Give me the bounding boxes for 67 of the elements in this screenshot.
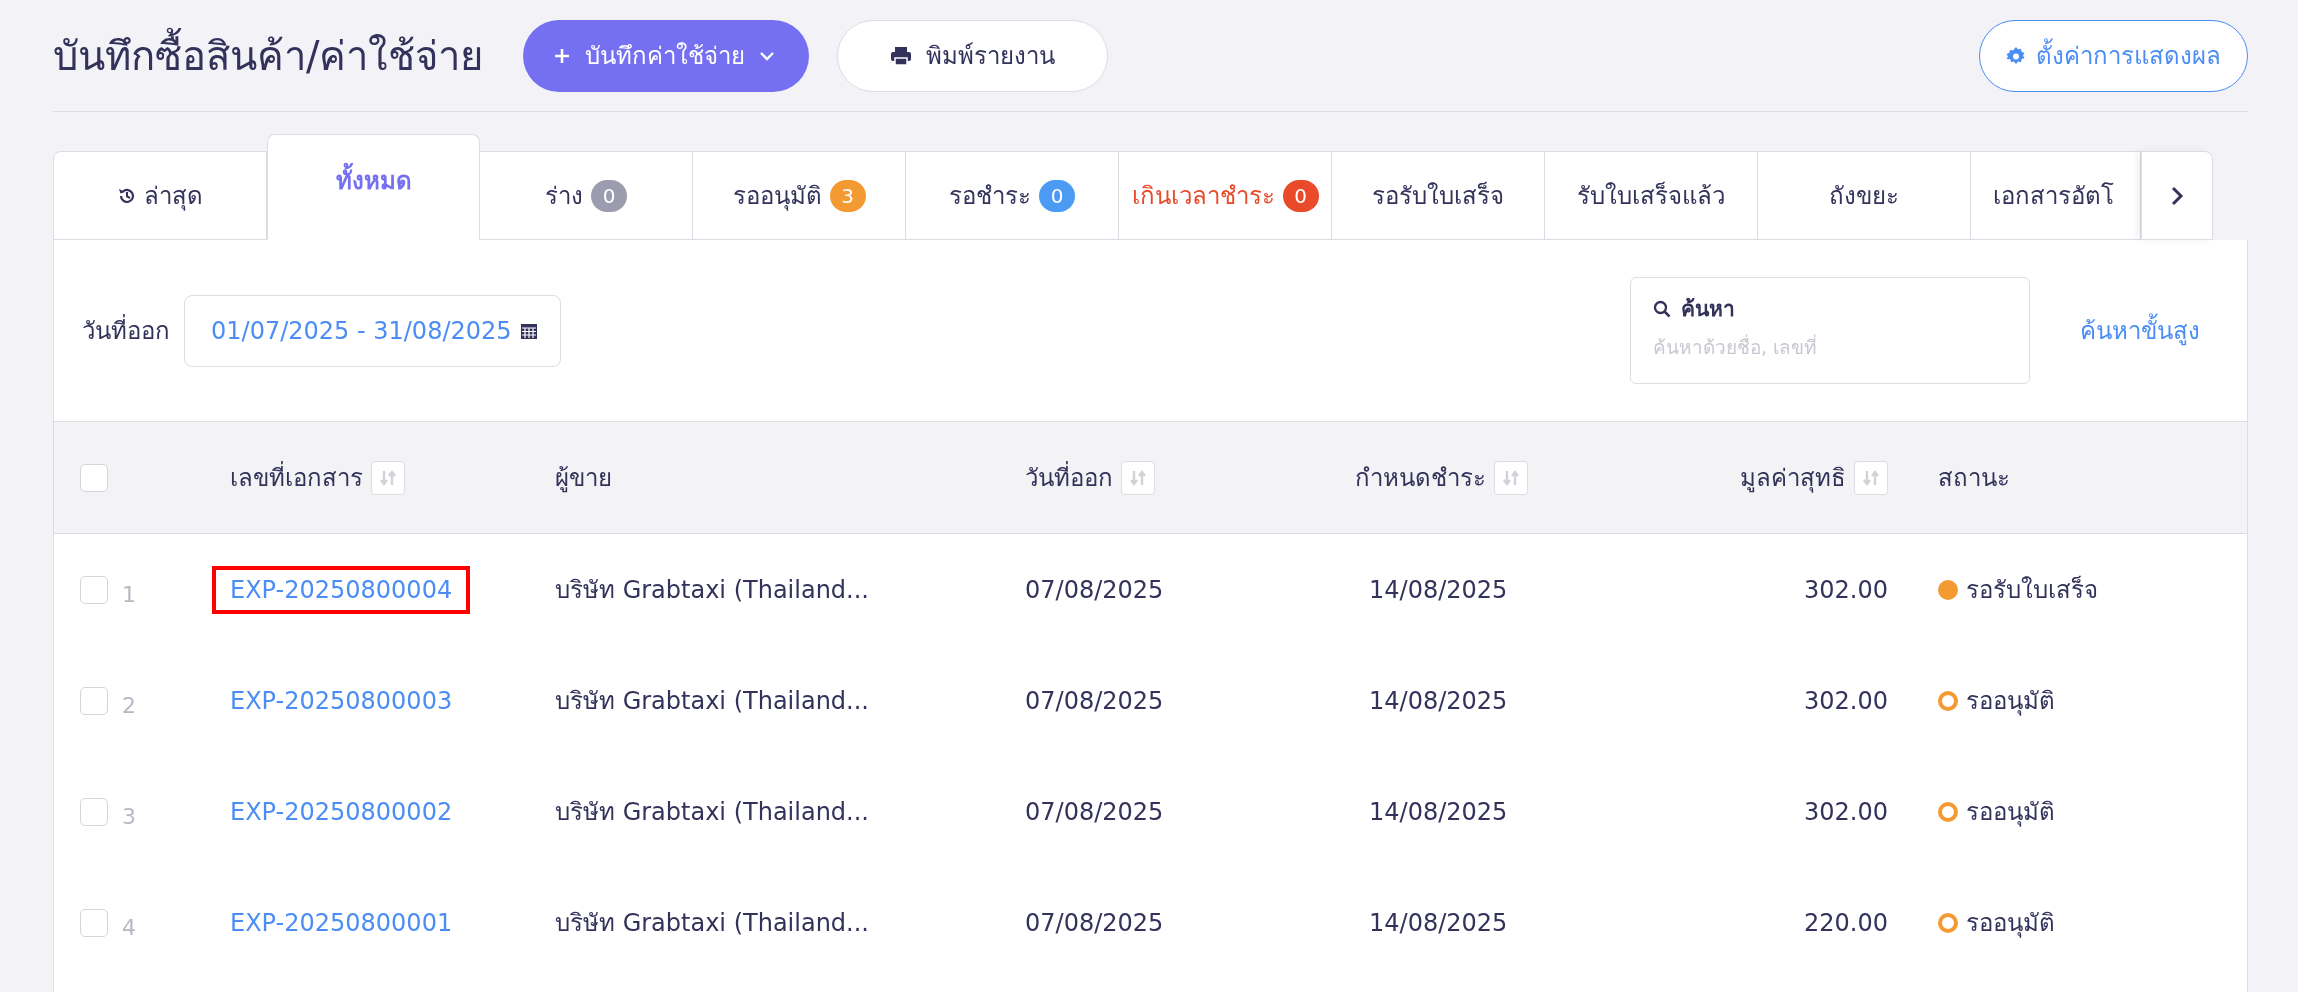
due-date-cell: 14/08/2025 [1369, 686, 1508, 715]
issue-date-cell: 07/08/2025 [1025, 908, 1164, 937]
print-report-button[interactable]: พิมพ์รายงาน [837, 19, 1109, 92]
status-text: รออนุมัติ [1966, 797, 2055, 829]
due-date-cell: 14/08/2025 [1369, 908, 1508, 937]
amount-cell: 220.00 [1804, 908, 1888, 937]
status-tab[interactable]: รับใบเสร็จแล้ว [1545, 151, 1758, 240]
column-header: สถานะ [1938, 463, 2010, 494]
column-header: ผู้ขาย [555, 463, 612, 495]
issue-date-cell: 07/08/2025 [1025, 575, 1164, 604]
status-tab[interactable]: รออนุมัติ 3 [693, 151, 906, 240]
gear-icon [2006, 45, 2026, 66]
sort-icon[interactable] [1854, 460, 1888, 495]
amount-cell: 302.00 [1804, 575, 1888, 604]
vendor-cell-text: บริษัท Grabtaxi (Thailand... [555, 797, 869, 828]
vendor-cell-text: บริษัท Grabtaxi (Thailand... [555, 686, 869, 717]
count-badge: 0 [1039, 179, 1075, 212]
issue-date-cell: 07/08/2025 [1025, 797, 1164, 826]
status-tab[interactable]: ล่าสุด [53, 151, 267, 240]
vendor-cell-text: บริษัท Grabtaxi (Thailand... [555, 908, 869, 939]
count-badge: 3 [829, 179, 866, 212]
column-header: เลขที่เอกสาร [230, 458, 363, 497]
select-all-checkbox[interactable] [80, 463, 108, 492]
status-text: รออนุมัติ [1966, 908, 2055, 940]
count-badge: 0 [591, 179, 627, 212]
column-header: กำหนดชำระ [1355, 463, 1486, 494]
due-date-cell: 14/08/2025 [1369, 797, 1508, 826]
search-label: ค้นหา [1681, 296, 1735, 323]
status-tab[interactable]: ถังขยะ [1758, 151, 1971, 240]
row-number: 2 [122, 693, 136, 718]
row-number: 3 [122, 804, 136, 829]
search-icon [1653, 299, 1671, 318]
due-date-cell: 14/08/2025 [1369, 575, 1508, 604]
add-expense-button[interactable]: บันทึกค่าใช้จ่าย [523, 19, 810, 92]
sort-icon[interactable] [1121, 460, 1155, 495]
row-checkbox[interactable] [80, 686, 108, 715]
status-tab[interactable]: เอกสารอัตโ [1971, 151, 2141, 240]
status-tab[interactable]: ทั้งหมด [267, 134, 480, 240]
amount-cell: 302.00 [1804, 797, 1888, 826]
chevron-right-icon [2170, 184, 2184, 207]
sort-icon[interactable] [371, 460, 405, 495]
row-checkbox[interactable] [80, 908, 108, 937]
column-header: วันที่ออก [1025, 458, 1113, 497]
next-tabs-button[interactable] [2141, 151, 2213, 240]
issue-date-label: วันที่ออก [82, 311, 170, 350]
status-tab[interactable]: ร่าง 0 [480, 151, 693, 240]
chevron-down-icon [759, 50, 776, 61]
row-number: 4 [122, 915, 136, 940]
row-number: 1 [122, 582, 136, 607]
plus-icon [553, 46, 572, 65]
status-tab[interactable]: เกินเวลาชำระ 0 [1119, 151, 1332, 240]
status-tab[interactable]: รอรับใบเสร็จ [1332, 151, 1545, 240]
sort-icon[interactable] [1494, 460, 1528, 495]
page-title: บันทึกซื้อสินค้า/ค่าใช้จ่าย [53, 23, 484, 88]
count-badge: 0 [1282, 179, 1319, 212]
history-icon [117, 186, 136, 205]
status-text: รออนุมัติ [1966, 686, 2055, 718]
printer-icon [890, 45, 913, 66]
row-checkbox[interactable] [80, 575, 108, 604]
issue-date-cell: 07/08/2025 [1025, 686, 1164, 715]
status-text: รอรับใบเสร็จ [1966, 574, 2098, 606]
vendor-cell-text: บริษัท Grabtaxi (Thailand... [555, 575, 869, 606]
amount-cell: 302.00 [1804, 686, 1888, 715]
status-tab[interactable]: รอชำระ 0 [906, 151, 1119, 240]
calendar-icon [519, 321, 538, 340]
column-header: มูลค่าสุทธิ [1740, 463, 1846, 495]
row-checkbox[interactable] [80, 797, 108, 826]
